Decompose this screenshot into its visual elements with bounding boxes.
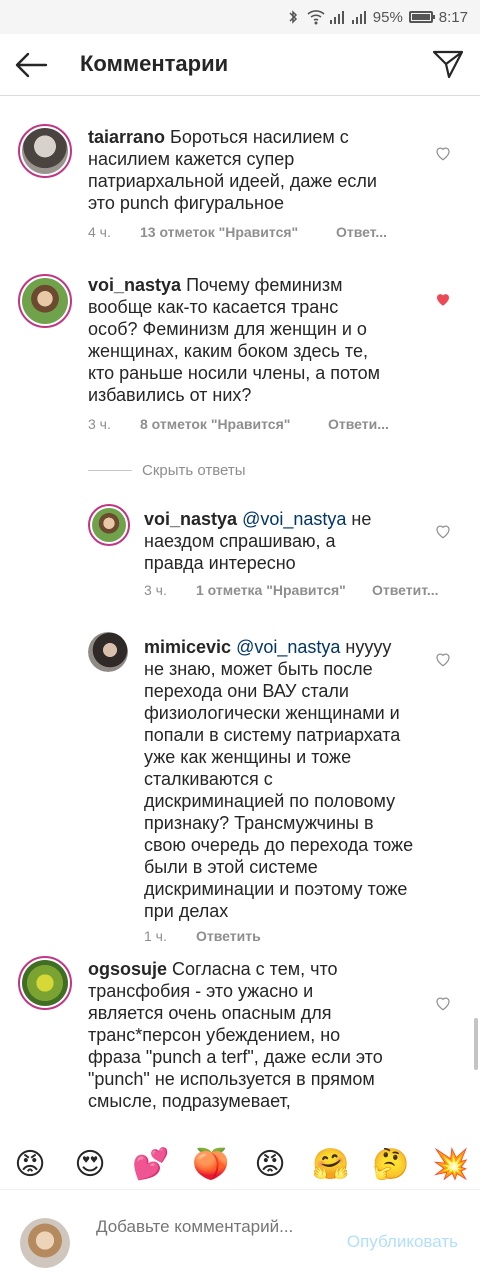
share-button[interactable] — [430, 46, 466, 82]
hide-replies-label: Скрыть ответы — [142, 462, 246, 479]
reply-button[interactable]: Ответ... — [336, 224, 387, 240]
likes-count[interactable]: 1 отметка "Нравится" — [196, 582, 346, 598]
comment-time: 1 ч. — [144, 928, 167, 944]
like-heart-icon[interactable] — [434, 650, 452, 668]
liked-heart-icon[interactable] — [434, 290, 452, 308]
avatar[interactable] — [18, 124, 72, 178]
comment-text: voi_nastya Почему феминизм вообще как-то… — [88, 274, 388, 406]
comment-username[interactable]: ogsosuje — [88, 959, 167, 979]
comment-username[interactable]: mimicevic — [144, 637, 231, 657]
angry-face-emoji-2[interactable]: 😡 — [252, 1147, 288, 1182]
header: Комментарии — [0, 34, 480, 96]
reply-button[interactable]: Ответит... — [372, 582, 439, 598]
comment-body: Согласна с тем, что трансфобия - это ужа… — [88, 959, 383, 1111]
comment-username[interactable]: voi_nastya — [144, 509, 237, 529]
current-user-avatar — [20, 1218, 70, 1268]
back-arrow-icon — [15, 52, 48, 78]
back-button[interactable] — [12, 47, 52, 83]
divider-line — [88, 470, 132, 471]
send-icon — [432, 50, 464, 79]
comment-text: voi_nastya @voi_nastya не наездом спраши… — [144, 508, 384, 574]
likes-count[interactable]: 8 отметок "Нравится" — [140, 416, 290, 432]
heart-eyes-emoji[interactable]: 😍 — [72, 1147, 108, 1182]
collision-emoji[interactable]: 💥 — [432, 1147, 469, 1182]
comment-time: 4 ч. — [88, 224, 111, 240]
battery-percent: 95% — [372, 8, 403, 26]
avatar[interactable] — [18, 274, 72, 328]
reply-button[interactable]: Ответи... — [328, 416, 389, 432]
comment-username[interactable]: voi_nastya — [88, 275, 181, 295]
comment-time: 3 ч. — [88, 416, 111, 432]
comment-composer: Опубликовать — [0, 1196, 480, 1280]
mention-link[interactable]: @voi_nastya — [236, 637, 340, 657]
comment-text: taiarrano Бороться насилием с насилием к… — [88, 126, 388, 214]
bluetooth-icon — [285, 9, 301, 25]
page-title: Комментарии — [80, 51, 229, 76]
emoji-reaction-bar: 😡 😍 💕 🍑 😡 🤗 🤔 💥 — [0, 1140, 480, 1190]
likes-count[interactable]: 13 отметок "Нравится" — [140, 224, 298, 240]
like-heart-icon[interactable] — [434, 144, 452, 162]
like-heart-icon[interactable] — [434, 994, 452, 1012]
thinking-face-emoji[interactable]: 🤔 — [372, 1147, 409, 1182]
comment-time: 3 ч. — [144, 582, 167, 598]
scrollbar[interactable] — [474, 1018, 478, 1070]
hide-replies-toggle[interactable]: Скрыть ответы — [88, 462, 246, 479]
angry-face-emoji[interactable]: 😡 — [12, 1147, 48, 1182]
hugging-face-emoji[interactable]: 🤗 — [312, 1147, 349, 1182]
publish-button[interactable]: Опубликовать — [347, 1232, 458, 1252]
status-bar: 95% 8:17 — [0, 0, 480, 34]
comment-input[interactable] — [96, 1216, 306, 1258]
signal-icon — [329, 9, 345, 25]
comment-text: ogsosuje Согласна с тем, что трансфобия … — [88, 958, 388, 1144]
battery-icon — [408, 11, 435, 23]
peach-emoji[interactable]: 🍑 — [192, 1147, 229, 1182]
comment-text: mimicevic @voi_nastya нуууу не знаю, мож… — [144, 636, 416, 922]
avatar[interactable] — [88, 504, 130, 546]
wifi-icon — [307, 9, 325, 25]
reply-button[interactable]: Ответить — [196, 928, 261, 944]
mention-link[interactable]: @voi_nastya — [242, 509, 346, 529]
comment-username[interactable]: taiarrano — [88, 127, 165, 147]
like-heart-icon[interactable] — [434, 522, 452, 540]
avatar[interactable] — [18, 956, 72, 1010]
avatar[interactable] — [88, 632, 128, 672]
clock: 8:17 — [438, 8, 468, 26]
two-hearts-emoji[interactable]: 💕 — [132, 1147, 169, 1182]
comment-body: нуууу не знаю, может быть после перехода… — [144, 637, 414, 921]
signal-2-icon — [351, 9, 367, 25]
